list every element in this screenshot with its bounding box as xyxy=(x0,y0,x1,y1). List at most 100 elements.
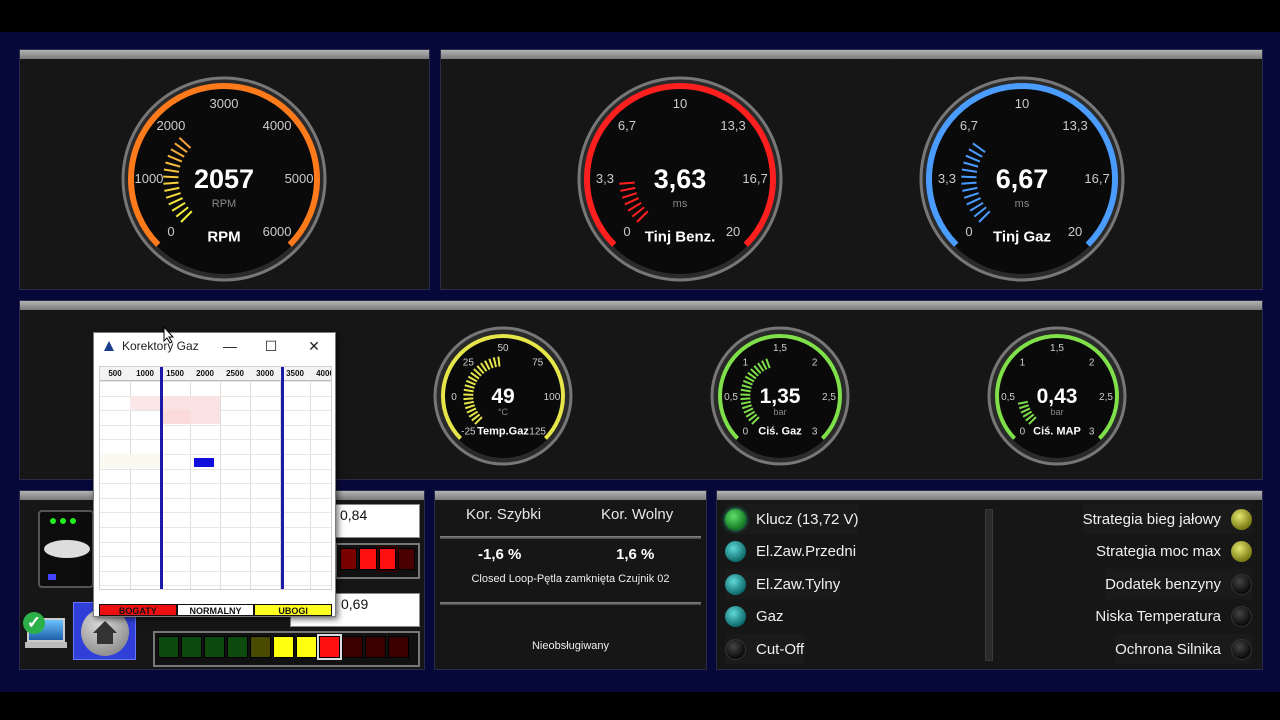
status-label: Strategia bieg jałowy xyxy=(1082,510,1221,528)
controller-icon[interactable] xyxy=(38,510,94,588)
gauge-fill-tick xyxy=(497,356,501,367)
gauge-unit: bar xyxy=(1050,407,1063,417)
legend-rich: BOGATY xyxy=(99,604,177,616)
gauge-tick-label: 0 xyxy=(623,224,630,239)
gauge-tick-label: 2,5 xyxy=(1099,392,1113,403)
gauge-tick-label: -25 xyxy=(461,427,476,438)
kor-wolny-value: 1,6 % xyxy=(616,546,655,563)
tinj-benz-gauge: 0 3,3 6,7 10 13,3 16,7 20 3,63 ms Tinj Benz. xyxy=(565,64,795,294)
close-button[interactable]: ✕ xyxy=(293,333,335,359)
lambda-led-strip-2 xyxy=(153,631,420,667)
status-row: Strategia bieg jałowy xyxy=(1083,504,1252,534)
kor-szybki-label: Kor. Szybki xyxy=(466,506,542,523)
gauge-unit: ms xyxy=(1015,198,1030,210)
gauge-unit: RPM xyxy=(212,198,236,210)
lambda-value-1: 0,84 xyxy=(335,504,420,538)
gauge-tick-label: 13,3 xyxy=(720,118,745,133)
gauge-tick-label: 16,7 xyxy=(1084,171,1109,186)
status-label: Niska Temperatura xyxy=(1095,608,1221,625)
correction-grid[interactable]: 500 1000 1500 2000 2500 3000 3500 4000 xyxy=(99,366,332,590)
status-label: Ochrona Silnika xyxy=(1115,640,1221,658)
gauge-value: 2057 xyxy=(194,164,254,194)
grid-column-header: 500 xyxy=(108,369,122,378)
gauge-tick-label: 0 xyxy=(743,427,749,438)
gauge-tick-label: 100 xyxy=(544,392,561,403)
gauge-label: Tinj Benz. xyxy=(645,229,716,246)
gauge-tick-label: 20 xyxy=(1068,224,1082,239)
gauge-value: 6,67 xyxy=(996,164,1049,194)
gauge-fill-tick xyxy=(163,175,179,179)
status-row: Niska Temperatura xyxy=(1095,602,1252,632)
app-icon xyxy=(104,341,114,351)
gauge-tick-label: 0 xyxy=(965,224,972,239)
gauge-tick-label: 3 xyxy=(812,427,818,438)
status-row: Gaz xyxy=(725,602,784,632)
legend-lean: UBOGI xyxy=(254,604,333,616)
grid-column-header: 2500 xyxy=(226,369,244,378)
rpm-gauge: 0 1000 2000 3000 4000 5000 6000 2057 RPM RPM xyxy=(109,64,339,294)
gauge-tick-label: 13,3 xyxy=(1062,118,1087,133)
gauge-tick-label: 1,5 xyxy=(773,343,787,354)
kor-szybki-value: -1,6 % xyxy=(478,546,522,563)
status-led-icon xyxy=(1231,638,1252,660)
gauge-label: Tinj Gaz xyxy=(993,229,1051,246)
grid-column-header: 1000 xyxy=(136,369,154,378)
status-row: Cut-Off xyxy=(725,634,804,664)
dashboard: Kor. Szybki Kor. Wolny -1,6 % 1,6 % Clos… xyxy=(0,32,1280,692)
gauge-tick-label: 5000 xyxy=(285,171,314,186)
status-led-icon xyxy=(725,541,746,562)
gauge-tick-label: 1,5 xyxy=(1050,343,1064,354)
grid-active-cell xyxy=(194,458,214,467)
gauge-tick-label: 20 xyxy=(726,224,740,239)
status-label: El.Zaw.Przedni xyxy=(756,543,857,560)
tinj-gaz-gauge: 0 3,3 6,7 10 13,3 16,7 20 6,67 ms Tinj Gaz xyxy=(907,64,1137,294)
network-check-icon[interactable]: ✓ xyxy=(23,612,69,652)
grid-column-header: 3000 xyxy=(256,369,274,378)
status-label: El.Zaw.Tylny xyxy=(756,575,841,593)
gauge-label: Temp.Gaz xyxy=(477,425,529,437)
gauge-tick-label: 0 xyxy=(1020,427,1026,438)
maximize-button[interactable]: ☐ xyxy=(250,333,292,359)
gauge-fill-tick xyxy=(740,397,751,401)
gauge-tick-label: 4000 xyxy=(263,118,292,133)
grid-column-header: 3500 xyxy=(286,369,304,378)
dash-1: - - xyxy=(495,613,508,621)
legend-normal: NORMALNY xyxy=(176,604,255,616)
gauge-value: 3,63 xyxy=(654,164,707,194)
gauge-label: Ciś. Gaz xyxy=(758,425,802,437)
gauge-tick-label: 0,5 xyxy=(1001,392,1015,403)
status-row: El.Zaw.Tylny xyxy=(725,569,840,599)
lambda-led-strip-1 xyxy=(335,543,420,579)
gauge-tick-label: 3,3 xyxy=(596,171,614,186)
gauge-fill-tick xyxy=(619,181,635,185)
gauge-label: Ciś. MAP xyxy=(1033,425,1081,437)
gauge-tick-label: 50 xyxy=(497,343,509,354)
gauge-tick-label: 0 xyxy=(167,224,174,239)
mixture-legend: BOGATY NORMALNY UBOGI xyxy=(99,604,333,616)
status-led-icon xyxy=(1231,606,1252,627)
status-led-icon xyxy=(1231,508,1252,530)
minimize-button[interactable]: — xyxy=(209,333,251,359)
gauge-tick-label: 125 xyxy=(529,427,546,438)
gauge-value: 1,35 xyxy=(760,385,801,408)
gauge-tick-label: 6,7 xyxy=(618,118,636,133)
gauge-unit: ms xyxy=(673,198,688,210)
gauge-label: RPM xyxy=(207,229,240,246)
korektory-gaz-window[interactable]: Korektory Gaz — ☐ ✕ 500 1000 1500 2000 2500 3… xyxy=(93,332,336,617)
gauge-tick-label: 2 xyxy=(1089,357,1095,368)
status-label: Strategia moc max xyxy=(1095,543,1221,560)
gauge-tick-label: 2 xyxy=(812,357,818,368)
status-row: Strategia moc max xyxy=(1096,537,1252,567)
gauge-tick-label: 1 xyxy=(1020,357,1026,368)
grid-column-header: 1500 xyxy=(166,369,184,378)
dash-2: - - xyxy=(630,613,643,621)
gauge-tick-label: 6000 xyxy=(263,224,292,239)
gauge-tick-label: 0,5 xyxy=(724,392,738,403)
temp-gaz-gauge: -25 0 25 50 75 100 125 49 °C Temp.Gaz xyxy=(421,314,585,478)
status-led-icon xyxy=(725,573,746,595)
window-title: Korektory Gaz xyxy=(122,339,199,353)
status-led-icon xyxy=(725,638,746,660)
status-panel: Klucz (13,72 V) El.Zaw.Przedni El.Zaw.Tyln… xyxy=(716,490,1263,670)
gauge-fill-tick xyxy=(163,181,179,185)
unsupported-label: Nieobsługiwany xyxy=(531,640,610,652)
